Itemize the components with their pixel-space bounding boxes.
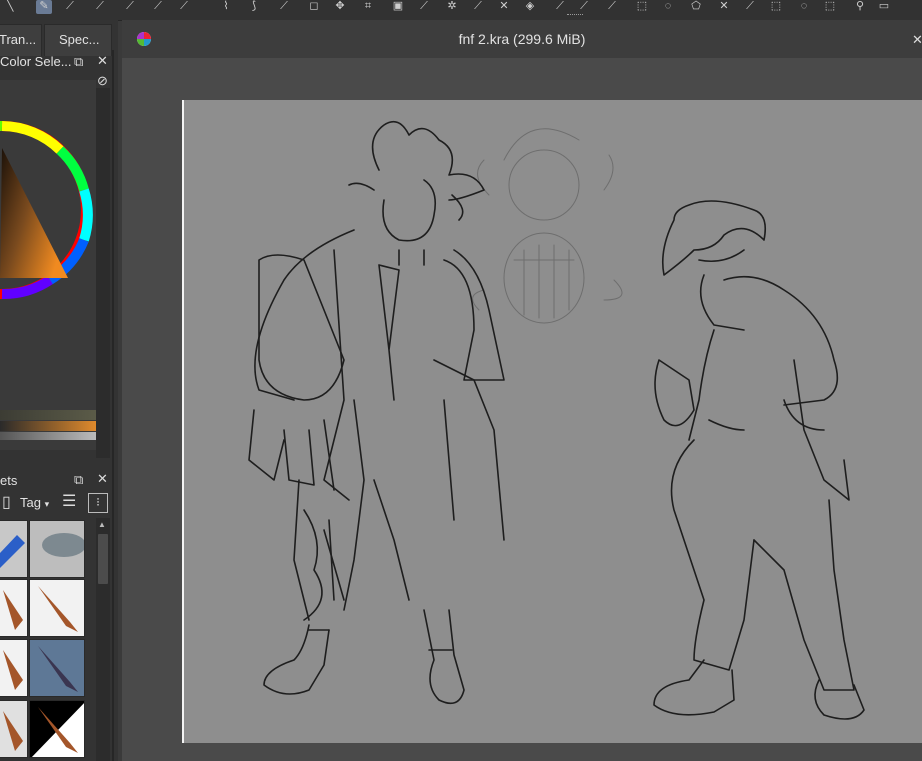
select-rect-icon[interactable]: ⬚ (634, 0, 650, 14)
color-history-strip[interactable] (0, 410, 96, 420)
tool-gradient-icon[interactable]: ▣ (390, 0, 406, 14)
select-contiguous-icon[interactable]: ⟋ (742, 0, 758, 14)
brush-preset-pen-1[interactable] (0, 579, 28, 637)
tool-assistant-icon[interactable]: ⟋ (552, 0, 568, 14)
color-wheel-area (0, 80, 96, 450)
zoom-tool-icon[interactable]: ⚲ (852, 0, 868, 14)
tool-polyline-icon[interactable]: ⟋ (176, 0, 192, 14)
chevron-down-icon: ▾ (44, 499, 50, 509)
tag-dropdown[interactable]: Tag ▾ (20, 495, 49, 510)
tool-fill-icon[interactable]: ⟋ (470, 0, 486, 14)
nib-pen-icon (3, 711, 23, 751)
preset-options-icon[interactable]: ⁝ (88, 493, 108, 513)
left-character (248, 120, 505, 705)
blue-marker-icon (0, 535, 25, 568)
tool-reference-images-icon[interactable]: ⟋ (604, 0, 620, 14)
nib-pen-icon (31, 703, 84, 757)
presets-scroll-thumb[interactable] (98, 534, 108, 584)
brush-preset-blue-marker[interactable] (0, 520, 28, 578)
tool-move-icon[interactable]: ✥ (332, 0, 348, 14)
bookmark-icon[interactable]: ▯ (2, 495, 11, 511)
nib-pen-icon (38, 586, 78, 632)
close-icon[interactable]: ✕ (97, 472, 108, 486)
color-selector-title: Color Sele... (0, 54, 72, 69)
tab-transform[interactable]: Tran... (0, 24, 42, 56)
value-bar[interactable] (0, 432, 96, 440)
color-wheel[interactable] (0, 80, 96, 410)
tool-transform-icon[interactable]: ◻ (306, 0, 322, 14)
select-outline-icon[interactable]: ✕ (716, 0, 732, 14)
eraser-icon (42, 533, 84, 557)
foreground-color-bar[interactable] (0, 421, 96, 431)
nib-pen-icon (3, 590, 23, 630)
tool-measure-icon[interactable]: ⟋ (576, 0, 592, 14)
tool-line-icon[interactable]: ╲ (2, 0, 18, 14)
tool-freehand-path-icon[interactable]: ⟆ (246, 0, 262, 14)
float-panel-icon[interactable]: ⧉ (74, 55, 83, 69)
color-panel-scrollbar[interactable] (96, 88, 110, 458)
tool-colorize-icon[interactable]: ✲ (444, 0, 460, 14)
select-polygon-icon[interactable]: ⬠ (688, 0, 704, 14)
tool-reference-icon[interactable]: ⟋ (276, 0, 292, 14)
tool-colorpicker-icon[interactable]: ⟋ (416, 0, 432, 14)
tool-dynamic-brush-icon[interactable]: ⟋ (62, 0, 78, 14)
select-ellipse-icon[interactable]: ◌ (660, 0, 676, 14)
presets-scrollbar[interactable]: ▲ (96, 518, 110, 761)
tool-smart-fill-icon[interactable]: ◈ (522, 0, 538, 14)
document-tab[interactable]: fnf 2.kra (299.6 MiB) ✕ (122, 20, 922, 58)
select-similar-icon[interactable]: ⬚ (768, 0, 784, 14)
select-magnetic-icon[interactable]: ⬚ (822, 0, 838, 14)
brush-preset-pen-3[interactable] (0, 639, 28, 697)
brush-presets-title: ets (0, 473, 18, 488)
tab-specific-color-selector[interactable]: Spec... (44, 24, 112, 56)
block-icon[interactable]: ⊘ (97, 74, 108, 88)
nib-pen-icon (38, 646, 78, 692)
tool-multibrush-icon[interactable]: ⟋ (92, 0, 108, 14)
select-bezier-icon[interactable]: ◌ (796, 0, 812, 14)
main-toolbar: ╲ ✎ ⟋ ⟋ ⟋ ⟋ ⟋ ⌇ ⟆ ⟋ ◻ ✥ ⌗ ▣ ⟋ ✲ ⟋ ✕ ◈ ⟋ … (0, 0, 922, 21)
brush-preset-pen-5[interactable] (0, 700, 28, 758)
brush-preset-pen-2[interactable] (29, 579, 85, 637)
brush-preset-eraser[interactable] (29, 520, 85, 578)
brush-preset-pen-6[interactable] (29, 700, 85, 758)
tool-bezier-icon[interactable]: ⌇ (218, 0, 234, 14)
document-title: fnf 2.kra (299.6 MiB) (458, 31, 586, 47)
canvas-paper[interactable] (182, 100, 922, 743)
menu-icon[interactable]: ☰ (62, 494, 76, 510)
tool-crop-icon[interactable]: ⌗ (360, 0, 376, 14)
scroll-up-icon[interactable]: ▲ (98, 520, 106, 529)
faint-head-sketches (472, 128, 623, 324)
brush-preset-pen-4-selected[interactable] (29, 639, 85, 697)
nib-pen-icon (3, 650, 23, 690)
tool-enclose-fill-icon[interactable]: ✕ (496, 0, 512, 14)
right-character (653, 200, 865, 720)
sketch-drawing (248, 120, 865, 720)
close-document-icon[interactable]: ✕ (912, 32, 922, 48)
float-panel-icon[interactable]: ⧉ (74, 473, 83, 487)
toolbar-grip[interactable] (567, 14, 583, 17)
tag-label: Tag (20, 495, 41, 510)
pan-tool-icon[interactable]: ▭ (876, 0, 892, 14)
close-icon[interactable]: ✕ (97, 54, 108, 68)
tool-clone-icon[interactable]: ⟋ (122, 0, 138, 14)
tool-smart-patch-icon[interactable]: ⟋ (150, 0, 166, 14)
dock-splitter[interactable] (112, 50, 114, 761)
color-triangle[interactable] (0, 148, 68, 278)
tool-freehand-brush-icon[interactable]: ✎ (36, 0, 52, 14)
